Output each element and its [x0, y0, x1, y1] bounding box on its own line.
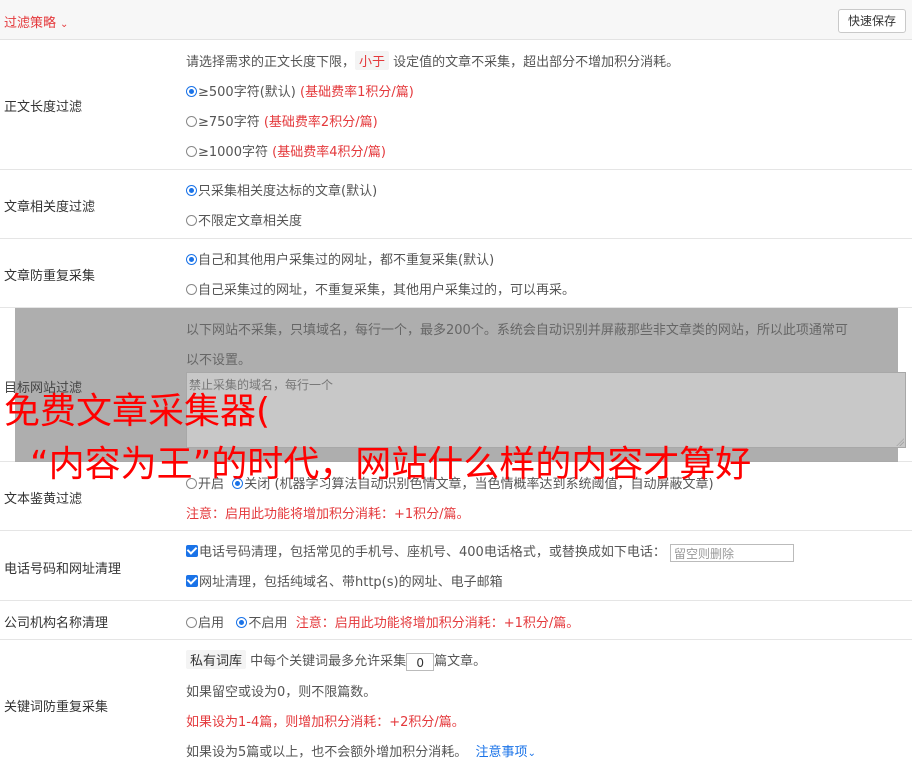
relevance-option-2[interactable]: 不限定文章相关度 — [186, 210, 302, 229]
keyword-dedupe-line2: 如果留空或设为0，则不限篇数。 — [186, 685, 377, 700]
less-than-tag: 小于 — [355, 51, 390, 70]
relevance-option-1[interactable]: 只采集相关度达标的文章(默认) — [186, 180, 377, 199]
length-filter-row: 正文长度过滤 请选择需求的正文长度下限， 小于 设定值的文章不采集，超出部分不增加… — [0, 40, 912, 170]
length-option-750[interactable]: ≥750字符 (基础费率2积分/篇) — [186, 111, 378, 130]
radio-icon[interactable] — [186, 116, 197, 127]
radio-icon[interactable] — [186, 146, 197, 157]
keyword-dedupe-line3: 如果设为1-4篇，则增加积分消耗：+2积分/篇。 — [186, 715, 465, 730]
length-filter-desc: 请选择需求的正文长度下限， 小于 设定值的文章不采集，超出部分不增加积分消耗。 — [186, 51, 679, 70]
header-bar: 过滤策略 ⌄ 快速保存 — [0, 0, 912, 40]
phone-clean-option[interactable]: 电话号码清理，包括常见的手机号、座机号、400电话格式，或替换成如下电话： 留空… — [186, 541, 794, 562]
radio-icon[interactable] — [186, 284, 197, 295]
dedupe-label: 文章防重复采集 — [4, 269, 96, 284]
phone-clean-opt-label: 电话号码清理，包括常见的手机号、座机号、400电话格式，或替换成如下电话： — [199, 545, 666, 560]
company-clean-on-option[interactable]: 启用 — [186, 616, 224, 631]
length-option-500[interactable]: ≥500字符(默认) (基础费率1积分/篇) — [186, 81, 414, 100]
url-clean-opt-label: 网址清理，包括纯域名、带http(s)的网址、电子邮箱 — [199, 575, 503, 590]
notes-link[interactable]: 注意事项⌄ — [476, 745, 536, 760]
relevance-label: 文章相关度过滤 — [4, 200, 96, 215]
dedupe-row: 文章防重复采集 自己和其他用户采集过的网址，都不重复采集(默认) 自己采集过的网… — [0, 239, 912, 308]
length-filter-label: 正文长度过滤 — [4, 100, 83, 115]
relevance-opt1-label: 只采集相关度达标的文章(默认) — [198, 184, 378, 199]
resize-handle-icon[interactable] — [896, 438, 904, 446]
checkbox-checked-icon[interactable] — [186, 575, 198, 587]
phone-clean-row: 电话号码和网址清理 电话号码清理，包括常见的手机号、座机号、400电话格式，或替… — [0, 531, 912, 601]
company-clean-row: 公司机构名称清理 启用 不启用 注意：启用此功能将增加积分消耗：+1积分/篇。 — [0, 601, 912, 640]
radio-icon[interactable] — [236, 617, 248, 628]
chevron-down-icon: ⌄ — [60, 19, 69, 30]
radio-icon[interactable] — [186, 86, 197, 97]
company-clean-options: 启用 不启用 注意：启用此功能将增加积分消耗：+1积分/篇。 — [186, 612, 579, 631]
site-filter-desc-1: 以下网站不采集，只填域名，每行一个，最多200个。系统会自动识别并屏蔽那些非文章… — [186, 323, 848, 338]
filter-strategy-title: 过滤策略 — [4, 16, 57, 31]
company-clean-note: 注意：启用此功能将增加积分消耗：+1积分/篇。 — [295, 616, 580, 631]
watermark-line-1: 免费文章采集器( — [4, 391, 271, 432]
keyword-dedupe-row: 关键词防重复采集 私有词库 中每个关键词最多允许采集 0 篇文章。 如果留空或设为0… — [0, 640, 912, 768]
notes-link-label: 注意事项 — [475, 745, 528, 760]
company-clean-label: 公司机构名称清理 — [4, 616, 109, 631]
length-desc-b: 设定值的文章不采集，超出部分不增加积分消耗。 — [393, 55, 680, 70]
keyword-line4-text: 如果设为5篇或以上，也不会额外增加积分消耗。 — [186, 745, 468, 760]
keyword-dedupe-label: 关键词防重复采集 — [4, 700, 109, 715]
length-option-1000[interactable]: ≥1000字符 (基础费率4积分/篇) — [186, 141, 386, 160]
radio-icon[interactable] — [186, 617, 197, 628]
dedupe-option-1[interactable]: 自己和其他用户采集过的网址，都不重复采集(默认) — [186, 249, 494, 268]
radio-icon[interactable] — [186, 215, 197, 226]
length-opt2-note: (基础费率2积分/篇) — [263, 115, 378, 130]
keyword-line1-b: 篇文章。 — [434, 654, 487, 669]
replacement-phone-input[interactable]: 留空则删除 — [669, 543, 794, 562]
site-filter-desc-2: 以不设置。 — [186, 353, 252, 368]
length-desc-a: 请选择需求的正文长度下限， — [186, 55, 356, 70]
relevance-opt2-label: 不限定文章相关度 — [198, 214, 303, 229]
radio-icon[interactable] — [186, 185, 197, 196]
relevance-row: 文章相关度过滤 只采集相关度达标的文章(默认) 不限定文章相关度 — [0, 170, 912, 239]
length-opt3-note: (基础费率4积分/篇) — [272, 145, 386, 160]
porn-filter-label: 文本鉴黄过滤 — [4, 492, 83, 507]
length-opt3-label: ≥1000字符 — [198, 145, 268, 160]
company-clean-off-option[interactable]: 不启用 — [236, 616, 287, 631]
dedupe-option-2[interactable]: 自己采集过的网址，不重复采集，其他用户采集过的，可以再采。 — [186, 279, 575, 298]
dedupe-opt2-label: 自己采集过的网址，不重复采集，其他用户采集过的，可以再采。 — [198, 283, 576, 298]
length-opt1-label: ≥500字符(默认) — [198, 85, 296, 100]
max-articles-input[interactable]: 0 — [406, 652, 435, 671]
keyword-line1-a: 中每个关键词最多允许采集 — [250, 654, 407, 669]
length-opt1-note: (基础费率1积分/篇) — [300, 85, 414, 100]
checkbox-checked-icon[interactable] — [186, 545, 198, 557]
filter-strategy-toggle[interactable]: 过滤策略 ⌄ — [4, 12, 68, 31]
chevron-down-icon: ⌄ — [527, 748, 536, 759]
keyword-dedupe-line1: 私有词库 中每个关键词最多允许采集 0 篇文章。 — [186, 650, 486, 671]
phone-clean-label: 电话号码和网址清理 — [4, 562, 122, 577]
keyword-dedupe-line4: 如果设为5篇或以上，也不会额外增加积分消耗。 注意事项⌄ — [186, 741, 536, 760]
company-on-label: 启用 — [198, 616, 225, 631]
dedupe-opt1-label: 自己和其他用户采集过的网址，都不重复采集(默认) — [198, 253, 495, 268]
porn-filter-note: 注意：启用此功能将增加积分消耗：+1积分/篇。 — [186, 507, 470, 522]
quick-save-button[interactable]: 快速保存 — [837, 9, 906, 33]
url-clean-option[interactable]: 网址清理，包括纯域名、带http(s)的网址、电子邮箱 — [186, 571, 503, 590]
blocked-domains-textarea[interactable]: 禁止采集的域名，每行一个 — [186, 372, 906, 448]
length-opt2-label: ≥750字符 — [198, 115, 260, 130]
private-lexicon-tag[interactable]: 私有词库 — [186, 650, 247, 669]
radio-icon[interactable] — [186, 254, 197, 265]
blocked-domains-placeholder: 禁止采集的域名，每行一个 — [189, 378, 334, 392]
watermark-line-2: “内容为王”的时代，网站什么样的内容才算好 — [30, 444, 752, 485]
company-off-label: 不启用 — [248, 616, 288, 631]
